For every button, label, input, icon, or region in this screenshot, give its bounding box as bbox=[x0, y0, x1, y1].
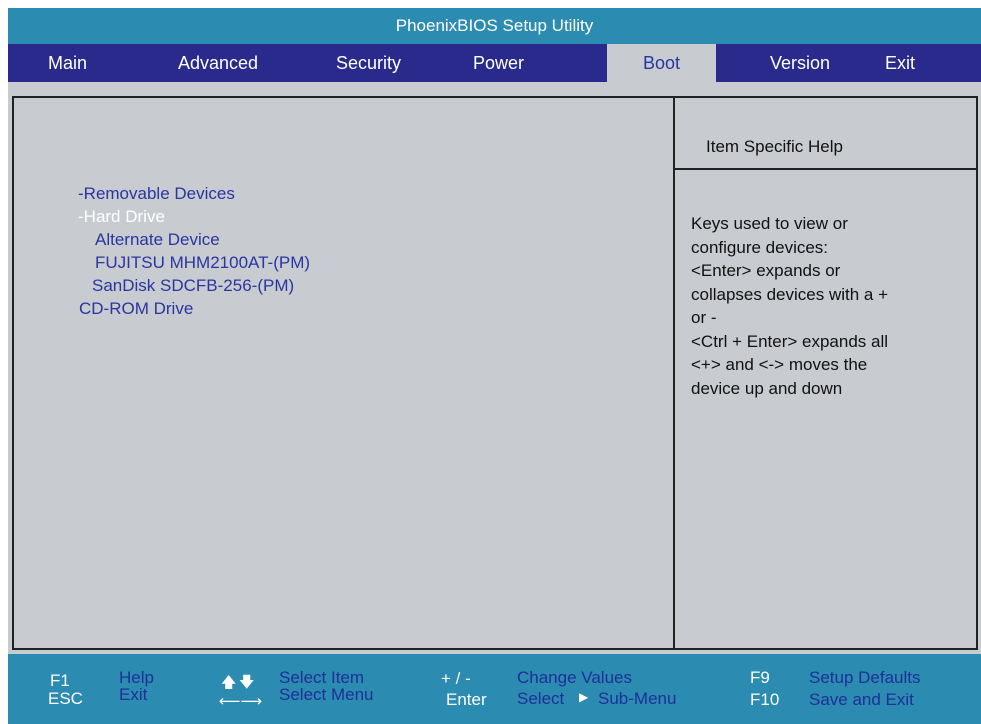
help-panel-text: Keys used to view or configure devices: … bbox=[691, 212, 961, 400]
main-panel: -Removable Devices -Hard Drive Alternate… bbox=[8, 82, 981, 654]
left-right-arrow-icon: ⟵⟶ bbox=[219, 693, 263, 710]
boot-item-removable-devices[interactable]: -Removable Devices bbox=[78, 184, 235, 204]
menu-version[interactable]: Version bbox=[770, 44, 830, 82]
help-header-divider bbox=[675, 168, 976, 170]
menu-power[interactable]: Power bbox=[473, 44, 524, 82]
help-line: <Enter> expands or bbox=[691, 261, 841, 280]
select-menu-hint: Select Menu bbox=[279, 685, 374, 704]
help-line: <+> and <-> moves the bbox=[691, 355, 868, 374]
menu-security[interactable]: Security bbox=[336, 44, 401, 82]
boot-item-hard-drive[interactable]: -Hard Drive bbox=[78, 207, 165, 227]
boot-item-sandisk-drive[interactable]: SanDisk SDCFB-256-(PM) bbox=[92, 276, 294, 296]
boot-item-cdrom-drive[interactable]: CD-ROM Drive bbox=[79, 299, 193, 319]
menu-advanced[interactable]: Advanced bbox=[178, 44, 258, 82]
select-hint: Select bbox=[517, 689, 565, 708]
f9-key-label: F9 bbox=[750, 668, 770, 687]
setup-defaults-hint: Setup Defaults bbox=[809, 668, 921, 687]
help-line: or - bbox=[691, 308, 717, 327]
boot-item-fujitsu-drive[interactable]: FUJITSU MHM2100AT-(PM) bbox=[95, 253, 310, 273]
boot-item-alternate-device[interactable]: Alternate Device bbox=[95, 230, 220, 250]
sub-menu-hint: Sub-Menu bbox=[598, 689, 677, 708]
triangle-right-icon: ▶ bbox=[579, 690, 589, 704]
help-line: configure devices: bbox=[691, 237, 829, 257]
menu-exit[interactable]: Exit bbox=[885, 44, 915, 82]
plus-minus-key-label: + / - bbox=[441, 669, 471, 688]
status-bar: F1 ESC Help Exit 🡅 🡇 ⟵⟶ Select Item Sele… bbox=[8, 654, 981, 724]
help-line: Keys used to view or bbox=[691, 214, 848, 233]
help-panel-title: Item Specific Help bbox=[706, 137, 843, 156]
help-line: collapses devices with a + bbox=[691, 284, 889, 304]
menu-bar: Main Advanced Security Power Boot Versio… bbox=[8, 44, 981, 82]
menu-main[interactable]: Main bbox=[48, 44, 87, 82]
f1-key-label: F1 bbox=[50, 671, 70, 690]
help-line: <Ctrl + Enter> expands all bbox=[691, 331, 889, 351]
enter-key-label: Enter bbox=[446, 690, 487, 709]
bios-screen: PhoenixBIOS Setup Utility Main Advanced … bbox=[8, 8, 981, 724]
menu-boot[interactable]: Boot bbox=[607, 44, 716, 82]
change-values-hint: Change Values bbox=[517, 668, 632, 687]
f10-key-label: F10 bbox=[750, 690, 780, 709]
help-line: device up and down bbox=[691, 378, 843, 398]
esc-key-label: ESC bbox=[48, 689, 83, 708]
panel-divider bbox=[673, 98, 675, 648]
window-title: PhoenixBIOS Setup Utility bbox=[8, 8, 981, 44]
exit-hint: Exit bbox=[119, 685, 148, 704]
save-and-exit-hint: Save and Exit bbox=[809, 690, 914, 709]
